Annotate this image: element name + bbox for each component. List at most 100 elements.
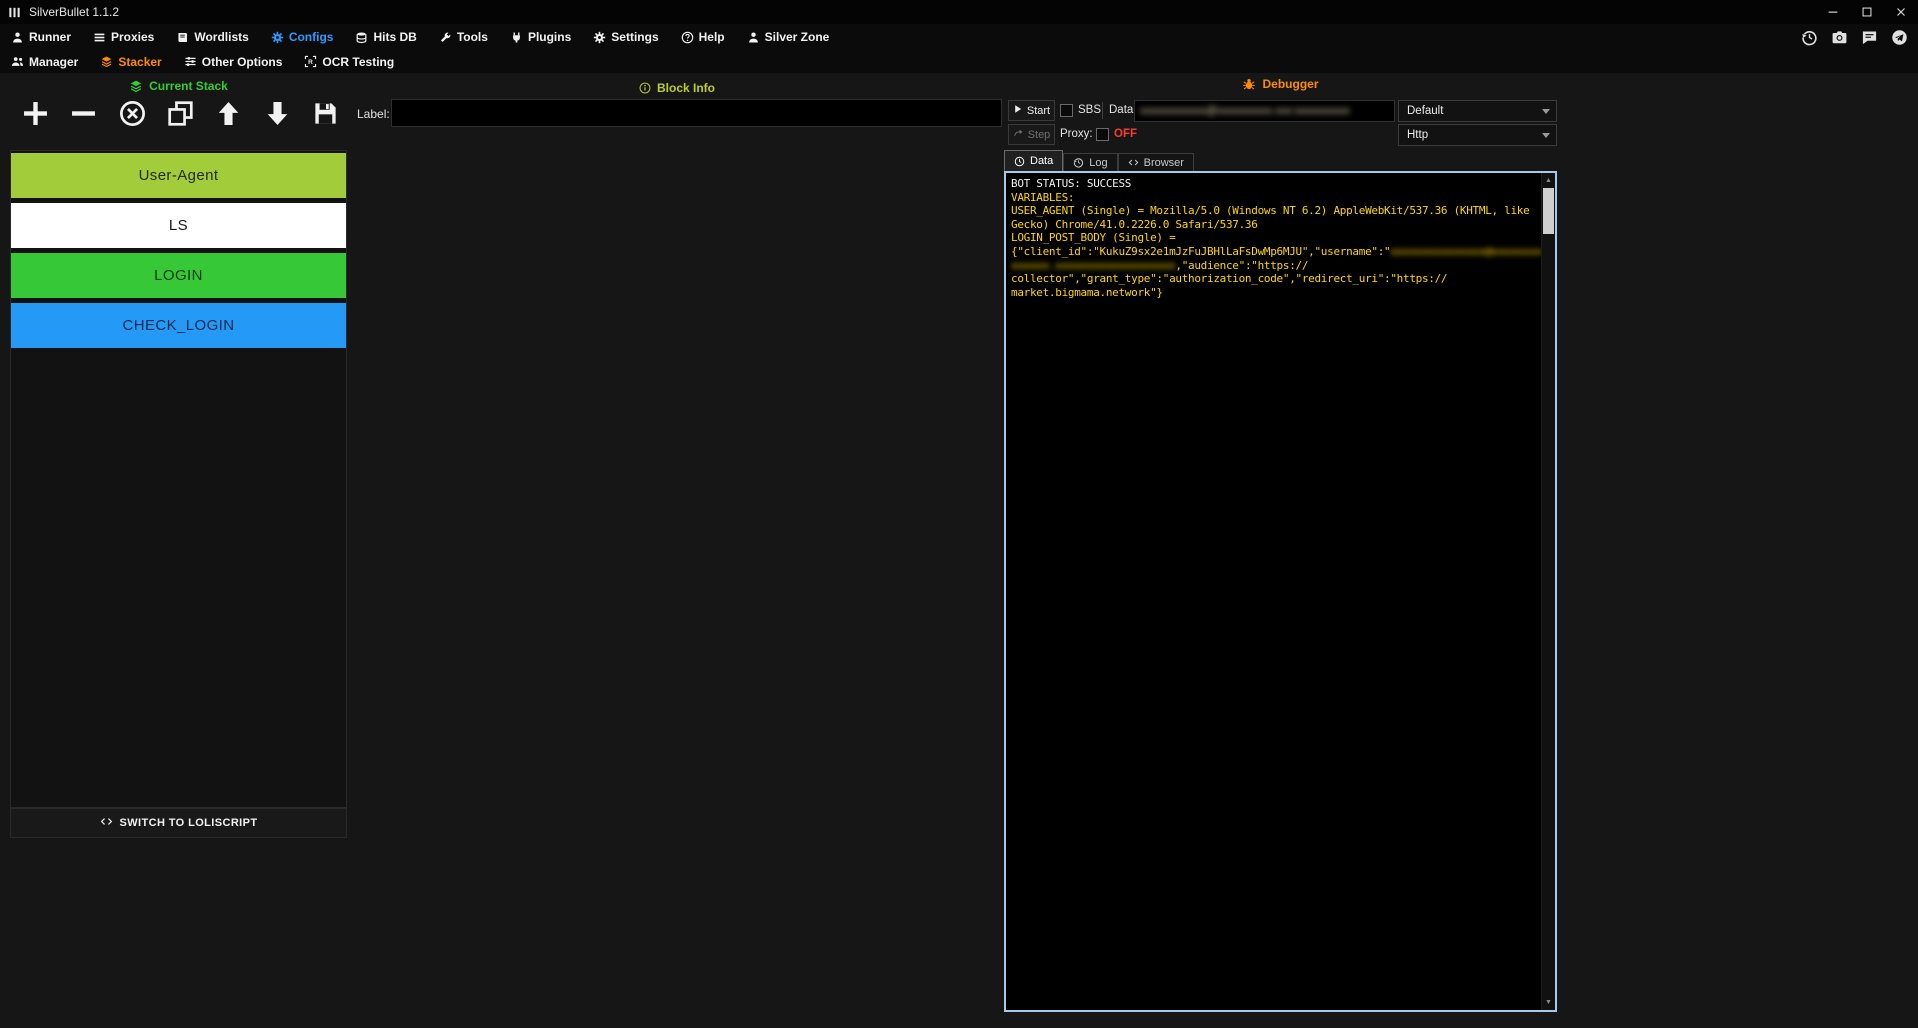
- chevron-down-icon: [1542, 109, 1550, 114]
- plug-icon: [510, 31, 523, 44]
- menu-item-silver-zone[interactable]: Silver Zone: [736, 24, 841, 50]
- scrollbar: ▲ ▼: [1541, 173, 1555, 1010]
- debugger-output: BOT STATUS: SUCCESS VARIABLES: USER_AGENT …: [1004, 171, 1557, 1012]
- data-label: Data:: [1109, 104, 1137, 116]
- step-icon: [1013, 128, 1024, 142]
- menu-item-proxies[interactable]: Proxies: [82, 24, 165, 50]
- svg-text:R: R: [309, 59, 314, 66]
- current-stack-header: Current Stack: [10, 79, 347, 93]
- menu-right-icons: [1801, 24, 1908, 50]
- code-icon: [1128, 157, 1139, 168]
- ocr-icon: R: [304, 55, 317, 68]
- menu-item-tools[interactable]: Tools: [428, 24, 499, 50]
- menu-item-help[interactable]: Help: [670, 24, 736, 50]
- debug-log: BOT STATUS: SUCCESS VARIABLES: USER_AGENT …: [1011, 177, 1543, 299]
- menu-item-stacker[interactable]: Stacker: [89, 50, 172, 74]
- add-block-button[interactable]: [22, 100, 49, 127]
- stack-toolbar: [22, 94, 339, 132]
- scroll-up-arrow[interactable]: ▲: [1542, 174, 1555, 187]
- menu-item-manager[interactable]: Manager: [0, 50, 89, 74]
- chat-icon[interactable]: [1861, 29, 1878, 46]
- clock-icon: [1014, 156, 1025, 167]
- gear-icon: [271, 31, 284, 44]
- person-icon: [747, 31, 760, 44]
- code-icon: [100, 815, 113, 831]
- help-icon: [681, 31, 694, 44]
- remove-block-button[interactable]: [70, 100, 97, 127]
- log-line: {"client_id":"KukuZ9sx2e1mJzFuJBHlLaFsDw…: [1011, 244, 1543, 258]
- log-line: VARIABLES:: [1011, 190, 1075, 204]
- window-title: SilverBullet 1.1.2: [29, 5, 120, 19]
- menu-item-plugins[interactable]: Plugins: [499, 24, 582, 50]
- start-button[interactable]: Start: [1008, 100, 1055, 121]
- proxy-checkbox[interactable]: [1096, 128, 1109, 141]
- telegram-icon[interactable]: [1891, 29, 1908, 46]
- layers-icon: [100, 55, 113, 68]
- debug-data-input[interactable]: xxxxxxxxxxxx@xxxxxxxxxx.xxx:xxxxxxxxxx: [1134, 100, 1395, 122]
- move-block-up-button[interactable]: [215, 100, 242, 127]
- debugger-tabs: Data Log Browser: [1004, 150, 1194, 171]
- switch-to-loliscript-button[interactable]: SWITCH TO LOLISCRIPT: [10, 808, 347, 838]
- database-icon: [355, 31, 368, 44]
- menu-item-hits-db[interactable]: Hits DB: [344, 24, 427, 50]
- stack-block-login[interactable]: LOGIN: [11, 253, 346, 298]
- menu-item-settings[interactable]: Settings: [582, 24, 669, 50]
- menu-item-configs[interactable]: Configs: [260, 24, 345, 50]
- proxy-status: OFF: [1114, 128, 1137, 140]
- separator: [1102, 102, 1103, 119]
- minimize-button[interactable]: [1816, 0, 1850, 24]
- log-line: Gecko) Chrome/41.0.2226.0 Safari/537.36: [1011, 217, 1258, 231]
- stack-panel: User-Agent LS LOGIN CHECK_LOGIN: [10, 150, 347, 808]
- stack-block-check_login[interactable]: CHECK_LOGIN: [11, 303, 346, 348]
- menu-item-ocr-testing[interactable]: R OCR Testing: [293, 50, 405, 74]
- config-submenu: Manager Stacker Other Options R OCR Testing: [0, 50, 1918, 74]
- tab-log[interactable]: Log: [1063, 153, 1118, 171]
- block-info-header: Block Info: [350, 81, 1004, 95]
- play-icon: [1013, 104, 1023, 117]
- wrench-icon: [439, 31, 452, 44]
- history-icon[interactable]: [1801, 29, 1818, 46]
- info-icon: [639, 82, 651, 94]
- move-block-down-button[interactable]: [264, 100, 291, 127]
- menu-item-other-options[interactable]: Other Options: [173, 50, 294, 74]
- save-config-button[interactable]: [312, 100, 339, 127]
- proxy-type-dropdown[interactable]: Http: [1398, 124, 1557, 146]
- block-info-title: Block Info: [656, 81, 715, 95]
- menu-item-runner[interactable]: Runner: [0, 24, 82, 50]
- app-window: SilverBullet 1.1.2 Runner Proxies Wordlist…: [0, 0, 1918, 1028]
- history-icon: [1073, 157, 1084, 168]
- scroll-down-arrow[interactable]: ▼: [1542, 996, 1555, 1009]
- disable-block-button[interactable]: [119, 100, 146, 127]
- main-menu-items: Runner Proxies Wordlists Configs Hits DB Tool…: [0, 24, 840, 50]
- clone-block-button[interactable]: [167, 100, 194, 127]
- log-line: LOGIN_POST_BODY (Single) =: [1011, 231, 1176, 245]
- block-label-caption: Label:: [357, 107, 390, 121]
- sbs-checkbox[interactable]: [1060, 104, 1073, 117]
- tab-browser[interactable]: Browser: [1117, 153, 1194, 171]
- layers-icon: [129, 79, 143, 93]
- person-icon: [11, 31, 24, 44]
- log-line: collector","grant_type":"authorization_c…: [1011, 272, 1448, 286]
- block-label-input[interactable]: [391, 99, 1002, 127]
- log-line: market.bigmama.network"}: [1011, 285, 1163, 299]
- scrollbar-thumb[interactable]: [1543, 188, 1554, 234]
- tab-data[interactable]: Data: [1004, 150, 1064, 171]
- options-icon: [184, 55, 197, 68]
- proxy-label: Proxy:: [1060, 128, 1093, 140]
- stack-block-user-agent[interactable]: User-Agent: [11, 153, 346, 198]
- close-button[interactable]: [1884, 0, 1918, 24]
- current-stack-title: Current Stack: [149, 79, 228, 93]
- debugger-title: Debugger: [1262, 77, 1319, 91]
- step-button[interactable]: Step: [1008, 124, 1055, 145]
- gear-icon: [593, 31, 606, 44]
- bars-icon: [93, 31, 106, 44]
- people-icon: [11, 55, 24, 68]
- maximize-button[interactable]: [1850, 0, 1884, 24]
- log-line: xxxxxx.xxxxxxxxxxxxxxxxxxx,"audience":"h…: [1011, 258, 1309, 272]
- stack-block-ls[interactable]: LS: [11, 203, 346, 248]
- bug-icon: [1242, 77, 1256, 91]
- wordlist-type-dropdown[interactable]: Default: [1398, 100, 1557, 122]
- screenshot-icon[interactable]: [1831, 29, 1848, 46]
- main-menu-bar: Runner Proxies Wordlists Configs Hits DB Tool…: [0, 24, 1918, 50]
- menu-item-wordlists[interactable]: Wordlists: [165, 24, 259, 50]
